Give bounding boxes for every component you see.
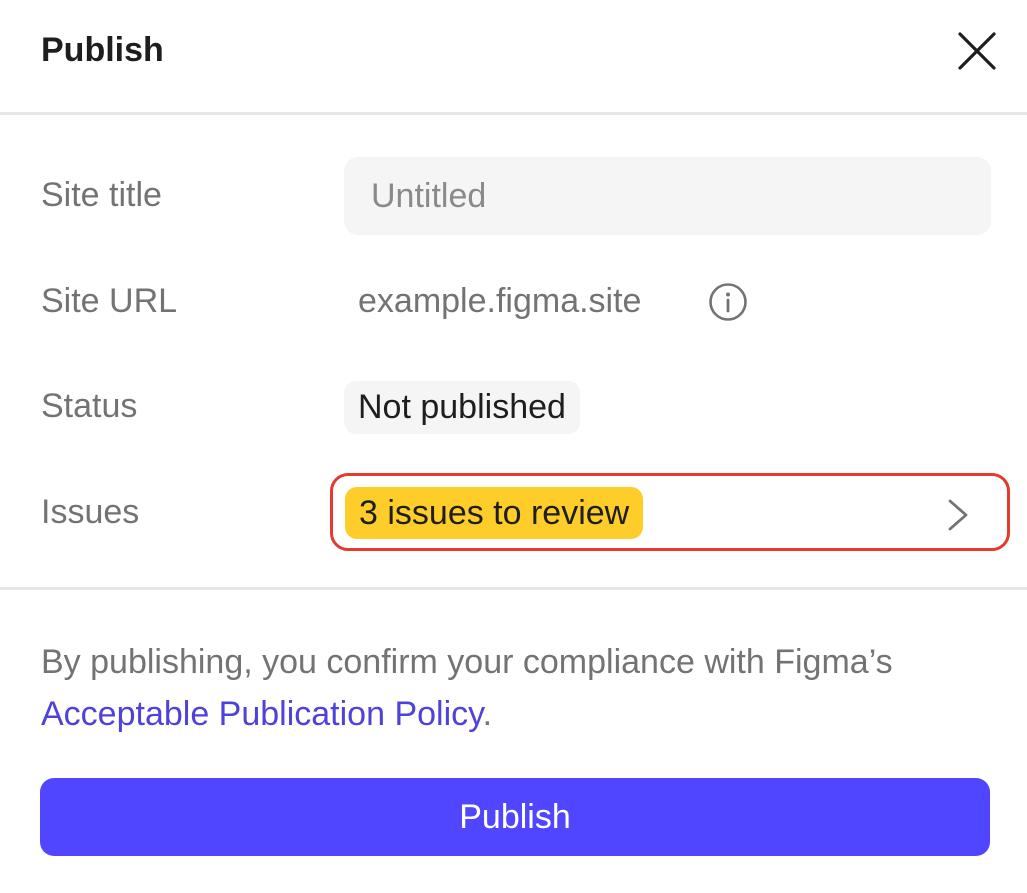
policy-link[interactable]: Acceptable Publication Policy xyxy=(41,695,483,733)
issues-badge: 3 issues to review xyxy=(345,487,644,539)
compliance-suffix: . xyxy=(482,695,493,733)
compliance-prefix: By publishing, you confirm your complian… xyxy=(41,643,893,681)
close-icon xyxy=(958,32,996,70)
publish-dialog: Publish Site title Site URL example.figm… xyxy=(0,0,1027,893)
publish-button[interactable]: Publish xyxy=(40,778,990,856)
status-badge: Not published xyxy=(344,381,580,434)
site-url-label: Site URL xyxy=(41,282,178,320)
close-button[interactable] xyxy=(954,28,1000,74)
dialog-header: Publish xyxy=(0,0,1027,114)
compliance-text: By publishing, you confirm your complian… xyxy=(41,636,981,740)
header-divider xyxy=(0,112,1027,115)
info-icon[interactable] xyxy=(708,282,748,322)
site-title-input[interactable] xyxy=(344,157,991,235)
issues-label: Issues xyxy=(41,493,140,531)
site-title-label: Site title xyxy=(41,176,162,214)
site-url-value: example.figma.site xyxy=(358,282,642,320)
issues-row[interactable]: 3 issues to review xyxy=(330,473,1010,551)
dialog-title: Publish xyxy=(41,31,164,69)
chevron-right-icon xyxy=(948,499,968,531)
status-label: Status xyxy=(41,387,138,425)
section-divider xyxy=(0,587,1027,590)
